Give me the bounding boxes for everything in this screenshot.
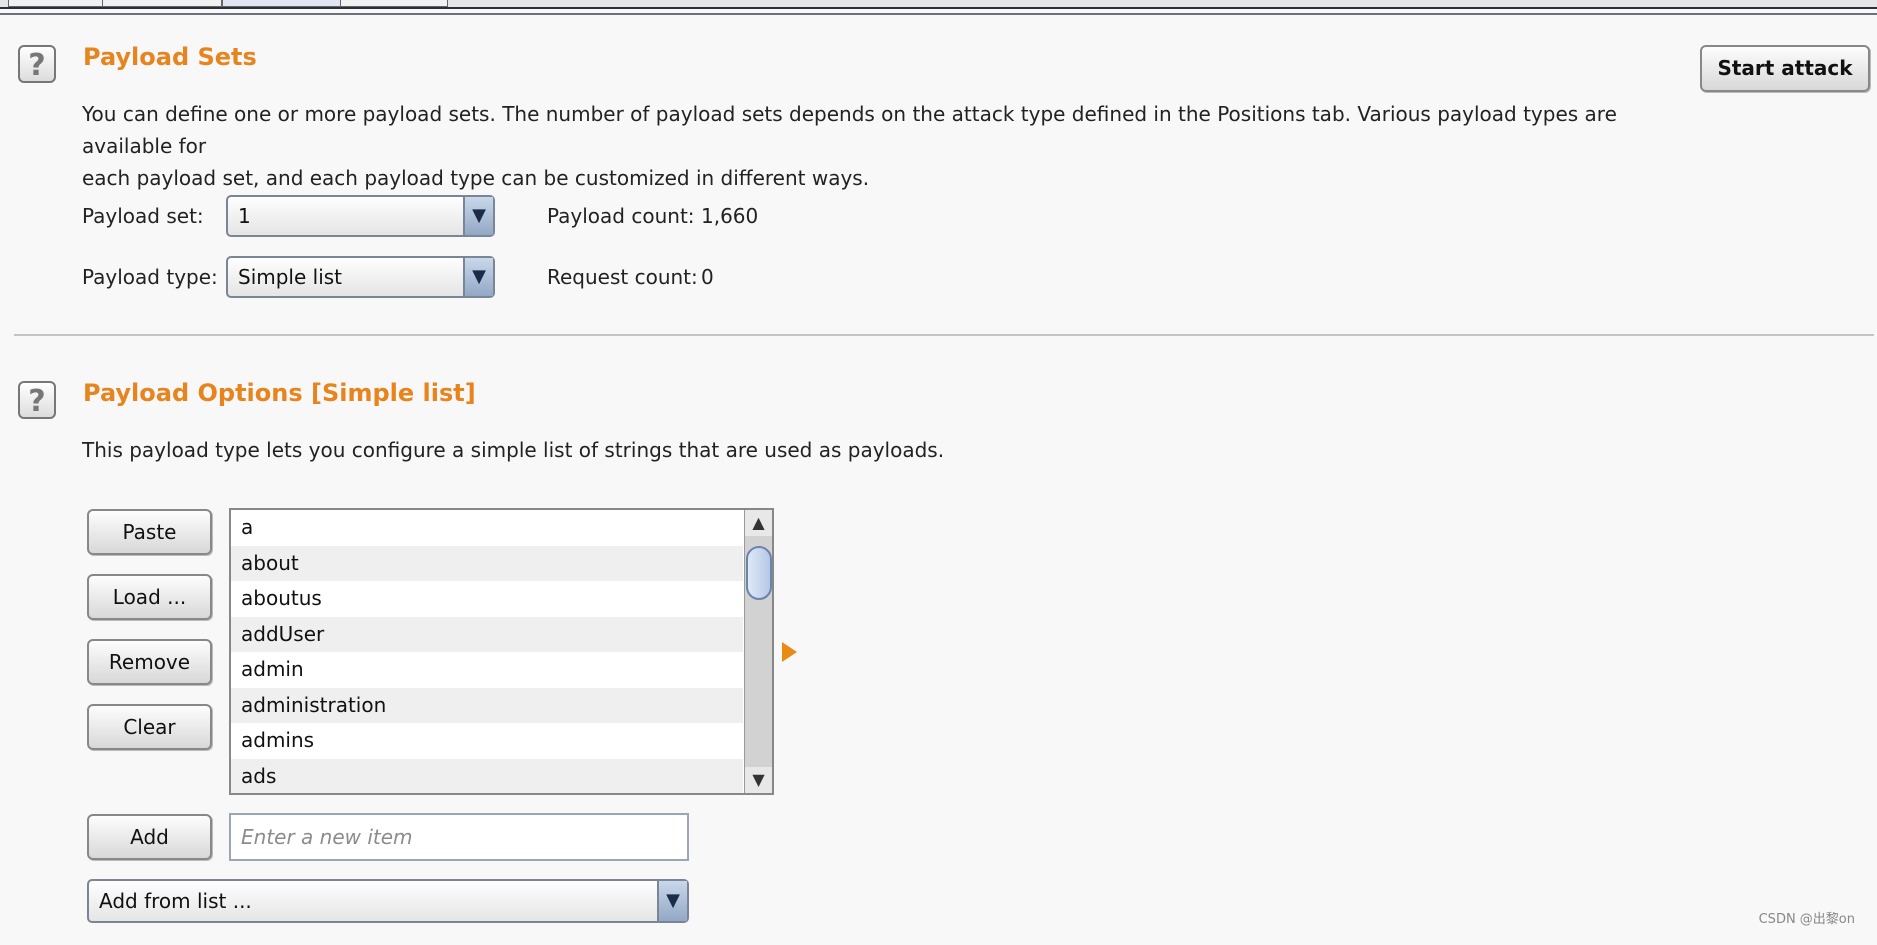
list-item[interactable]: admin xyxy=(231,652,743,688)
add-button[interactable]: Add xyxy=(87,814,212,860)
description-line: You can define one or more payload sets.… xyxy=(82,102,1617,158)
payload-set-value: 1 xyxy=(238,204,251,228)
tab[interactable] xyxy=(102,0,222,7)
tab[interactable] xyxy=(340,0,448,7)
chevron-down-icon[interactable]: ▼ xyxy=(657,881,687,921)
payload-set-label: Payload set: xyxy=(82,204,204,228)
payload-count-label: Payload count: xyxy=(547,204,695,228)
scroll-up-icon[interactable]: ▲ xyxy=(745,510,772,536)
list-item[interactable]: administration xyxy=(231,687,743,723)
description-line: each payload set, and each payload type … xyxy=(82,166,870,190)
orange-right-arrow-icon xyxy=(782,642,797,662)
new-item-input[interactable] xyxy=(229,813,689,861)
tab-payloads[interactable] xyxy=(222,0,342,7)
list-item[interactable]: about xyxy=(231,545,743,581)
section-divider xyxy=(14,334,1874,336)
payload-set-select[interactable]: 1 ▼ xyxy=(226,195,495,237)
paste-button[interactable]: Paste xyxy=(87,509,212,555)
help-icon[interactable]: ? xyxy=(18,381,56,419)
chevron-down-icon[interactable]: ▼ xyxy=(463,197,493,235)
request-count-label: Request count: xyxy=(547,265,698,289)
list-item[interactable]: ads xyxy=(231,758,743,793)
payload-type-select[interactable]: Simple list ▼ xyxy=(226,256,495,298)
help-icon[interactable]: ? xyxy=(18,45,56,83)
payload-sets-description: You can define one or more payload sets.… xyxy=(82,98,1682,194)
load-button[interactable]: Load ... xyxy=(87,574,212,620)
remove-button[interactable]: Remove xyxy=(87,639,212,685)
chevron-down-icon[interactable]: ▼ xyxy=(463,258,493,296)
add-from-list-value: Add from list ... xyxy=(99,889,252,913)
payload-sets-title: Payload Sets xyxy=(83,43,257,71)
watermark: CSDN @出黎on xyxy=(1758,912,1855,927)
list-item[interactable]: aboutus xyxy=(231,581,743,617)
payload-options-title: Payload Options [Simple list] xyxy=(83,379,476,407)
list-item[interactable]: addUser xyxy=(231,616,743,652)
list-item[interactable]: admins xyxy=(231,723,743,759)
payload-count-value: 1,660 xyxy=(701,204,759,228)
payload-type-value: Simple list xyxy=(238,265,343,289)
list-item[interactable]: a xyxy=(231,510,743,546)
payload-type-label: Payload type: xyxy=(82,265,218,289)
divider xyxy=(0,13,1877,15)
tab[interactable] xyxy=(8,0,104,7)
add-from-list-select[interactable]: Add from list ... ▼ xyxy=(87,879,689,923)
scroll-down-icon[interactable]: ▼ xyxy=(745,767,772,793)
scroll-thumb[interactable] xyxy=(746,546,772,600)
start-attack-button[interactable]: Start attack xyxy=(1700,45,1870,92)
clear-button[interactable]: Clear xyxy=(87,704,212,750)
request-count-value: 0 xyxy=(701,265,714,289)
vertical-scrollbar[interactable]: ▲ ▼ xyxy=(744,510,772,793)
payload-list[interactable]: a about aboutus addUser admin administra… xyxy=(229,508,774,795)
payload-options-description: This payload type lets you configure a s… xyxy=(82,438,945,462)
